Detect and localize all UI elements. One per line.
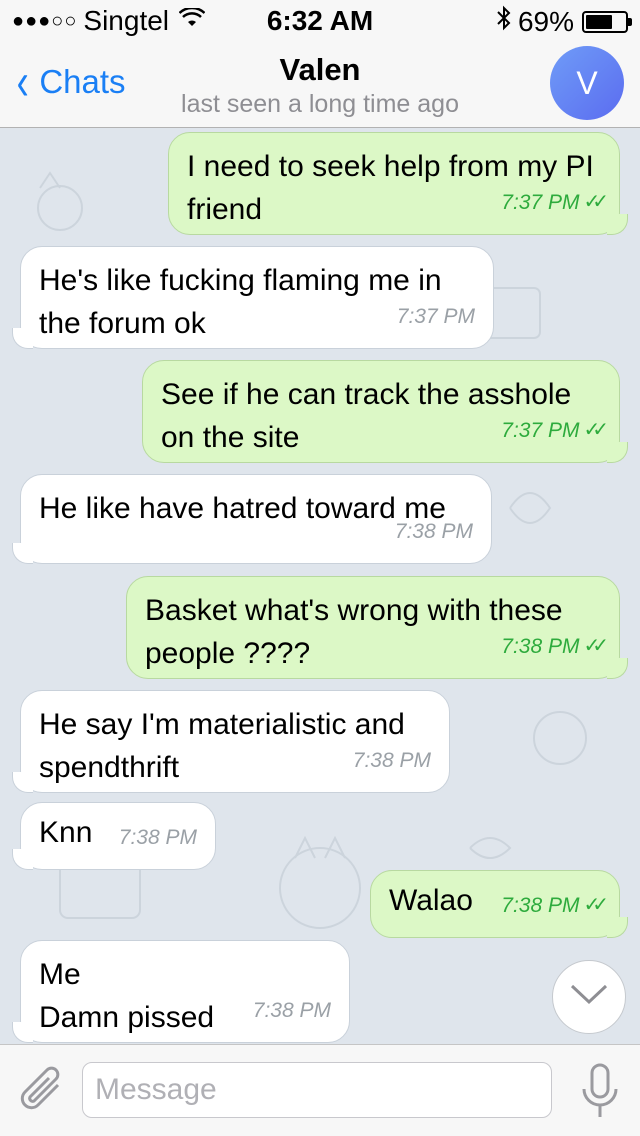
message-time: 7:38 PM xyxy=(118,826,197,849)
battery-fill xyxy=(586,14,613,29)
microphone-icon[interactable] xyxy=(580,1063,620,1121)
message-bubble-outgoing[interactable]: See if he can track the asshole on the s… xyxy=(142,360,628,463)
read-checkmarks-icon: ✓✓ xyxy=(583,419,608,441)
message-bubble-incoming[interactable]: Knn 7:38 PM xyxy=(12,802,216,870)
message-meta: 7:38 PM xyxy=(253,989,331,1032)
message-time: 7:38 PM xyxy=(352,749,431,772)
paperclip-icon[interactable] xyxy=(20,1065,68,1117)
avatar-initial: V xyxy=(576,64,598,101)
message-bubble-outgoing[interactable]: Walao 7:38 PM ✓✓ xyxy=(370,870,628,938)
message-meta: 7:38 PM xyxy=(395,510,473,553)
message-field[interactable] xyxy=(82,1062,552,1118)
message-meta: 7:38 PM ✓✓ xyxy=(501,884,609,927)
scroll-to-bottom-button[interactable] xyxy=(552,960,626,1034)
message-meta: 7:37 PM ✓✓ xyxy=(501,181,609,224)
message-meta: 7:37 PM xyxy=(397,295,475,338)
battery-icon xyxy=(582,10,632,33)
message-bubble-incoming[interactable]: He's like fucking flaming me in the foru… xyxy=(12,246,494,349)
message-time: 7:38 PM xyxy=(252,999,331,1022)
message-bubble-incoming[interactable]: Me Damn pissed 7:38 PM xyxy=(12,940,350,1043)
message-meta: 7:38 PM ✓✓ xyxy=(501,625,609,668)
status-bar: ●●●○○ Singtel 6:32 AM 69% xyxy=(0,0,640,40)
message-time: 7:38 PM xyxy=(501,635,580,658)
message-bubble-incoming[interactable]: He like have hatred toward me 7:38 PM xyxy=(12,474,492,564)
message-meta: 7:38 PM xyxy=(119,816,197,859)
message-time: 7:37 PM xyxy=(501,419,580,442)
read-checkmarks-icon: ✓✓ xyxy=(583,635,608,657)
read-checkmarks-icon: ✓✓ xyxy=(583,191,608,213)
message-bubble-outgoing[interactable]: Basket what's wrong with these people ??… xyxy=(126,576,628,679)
message-meta: 7:38 PM xyxy=(353,739,431,782)
last-seen-status: last seen a long time ago xyxy=(181,90,459,118)
battery-percent: 69% xyxy=(517,5,574,37)
contact-name[interactable]: Valen xyxy=(0,52,640,88)
chevron-down-icon xyxy=(569,980,609,1014)
bluetooth-icon xyxy=(496,5,512,38)
message-meta: 7:37 PM ✓✓ xyxy=(501,409,609,452)
avatar[interactable]: V xyxy=(550,46,624,120)
message-list[interactable]: I need to seek help from my PI friend 7:… xyxy=(0,128,640,1044)
message-time: 7:37 PM xyxy=(501,191,580,214)
chat-header: ‹ Chats Valen last seen a long time ago … xyxy=(0,40,640,128)
message-time: 7:38 PM xyxy=(501,894,580,917)
read-checkmarks-icon: ✓✓ xyxy=(583,894,608,916)
message-time: 7:37 PM xyxy=(396,305,475,328)
message-bubble-incoming[interactable]: He say I'm materialistic and spendthrift… xyxy=(12,690,450,793)
status-right: 69% xyxy=(496,5,632,38)
message-time: 7:38 PM xyxy=(394,520,473,543)
message-bubble-outgoing[interactable]: I need to seek help from my PI friend 7:… xyxy=(168,132,628,235)
message-input-bar xyxy=(0,1044,640,1136)
message-input[interactable] xyxy=(83,1063,551,1117)
